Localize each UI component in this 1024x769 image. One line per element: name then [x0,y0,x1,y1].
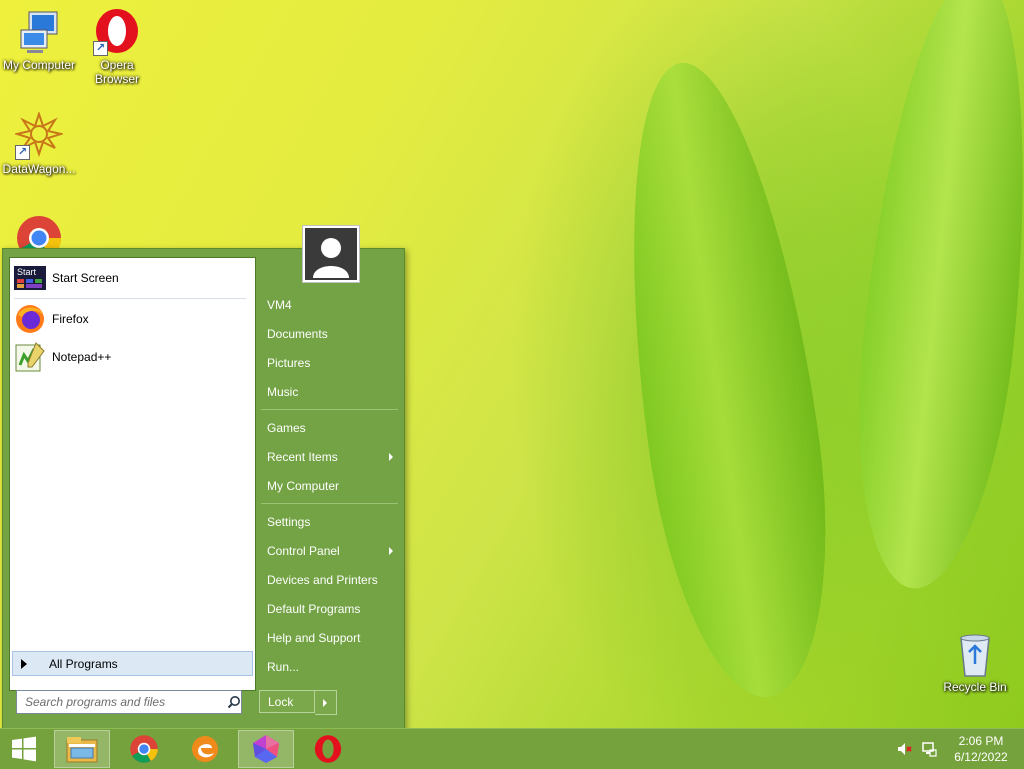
desktop-icon-label: Opera Browser [94,58,139,86]
divider [261,503,398,504]
opera-icon: ↗ [93,8,141,56]
start-screen-icon: Start [14,266,46,290]
clock-time: 2:06 PM [958,734,1004,748]
menu-item-run[interactable]: Run... [261,654,401,680]
submenu-arrow-icon [389,547,393,555]
chrome-icon [130,735,158,763]
taskbar: 2:06 PM 6/12/2022 [0,728,1024,769]
computer-icon [15,8,63,56]
menu-item-label: Help and Support [267,631,361,645]
menu-item-my-computer[interactable]: My Computer [261,473,401,499]
taskbar-chrome[interactable] [116,730,172,768]
divider [261,409,398,410]
program-firefox[interactable]: Firefox [14,302,250,336]
recycle-bin-icon [951,630,999,678]
menu-item-control-panel[interactable]: Control Panel [261,538,401,564]
desktop-icon-label: Recycle Bin [943,680,1007,694]
menu-item-label: Recent Items [267,450,338,464]
app-gem-icon [253,735,279,763]
menu-item-games[interactable]: Games [261,415,401,441]
chrome-icon [15,214,63,248]
menu-item-pictures[interactable]: Pictures [261,350,401,376]
notepadpp-icon [14,341,46,373]
submenu-arrow-icon [389,453,393,461]
menu-item-label: Control Panel [267,544,340,558]
volume-muted-icon[interactable] [897,741,913,757]
program-label: Start Screen [52,271,119,285]
menu-item-label: Games [267,421,306,435]
menu-item-help-support[interactable]: Help and Support [261,625,401,651]
desktop-icon-datawagon[interactable]: ↗ DataWagon... [0,110,78,176]
opera-icon [314,735,342,763]
firefox-icon [14,303,46,335]
programs-pane: Start Start Screen Firefox Notepad++ All… [9,257,256,691]
wallpaper-leaf-right [838,0,1024,597]
desktop-icon-opera[interactable]: ↗ Opera Browser [78,8,156,86]
start-menu: Start Start Screen Firefox Notepad++ All… [2,225,405,730]
desktop-icon-label: DataWagon... [2,162,76,176]
menu-item-devices-printers[interactable]: Devices and Printers [261,567,401,593]
shutdown-options-button[interactable] [315,690,337,715]
menu-item-label: Pictures [267,356,311,370]
menu-item-label: My Computer [267,479,340,493]
desktop-icon-chrome-partial[interactable] [0,214,78,248]
desktop-icon-label: My Computer [2,58,76,72]
taskbar-edge[interactable] [177,730,233,768]
lock-label: Lock [268,694,294,709]
menu-item-label: Run... [267,660,300,674]
search-input[interactable] [23,694,223,710]
start-button[interactable] [0,730,48,768]
user-name-label: VM4 [267,298,292,312]
shortcut-arrow-icon: ↗ [15,145,30,160]
program-start-screen[interactable]: Start Start Screen [14,261,250,295]
network-icon[interactable] [921,741,937,757]
menu-item-settings[interactable]: Settings [261,509,401,535]
taskbar-opera[interactable] [300,730,356,768]
user-silhouette-icon [305,228,357,280]
desktop-icon-recycle-bin[interactable]: Recycle Bin [936,630,1014,694]
all-programs-label: All Programs [49,656,118,671]
menu-item-label: Settings [267,515,311,529]
datawagon-icon: ↗ [13,110,65,160]
menu-item-label: Documents [267,327,328,341]
wallpaper-leaf-left [596,51,854,709]
search-box[interactable] [16,690,242,714]
desktop-icon-my-computer[interactable]: My Computer [0,8,78,72]
system-clock[interactable]: 2:06 PM 6/12/2022 [944,733,1018,765]
menu-item-label: Devices and Printers [267,573,378,587]
menu-item-label: Default Programs [267,602,361,616]
menu-item-default-programs[interactable]: Default Programs [261,596,401,622]
all-programs-button[interactable]: All Programs [12,651,253,676]
divider [14,298,246,299]
program-label: Notepad++ [52,350,112,364]
menu-item-label: Music [267,385,299,399]
start-screen-tile-text: Start [17,267,37,277]
taskbar-file-explorer[interactable] [54,730,110,768]
search-icon[interactable] [227,695,241,709]
menu-item-recent-items[interactable]: Recent Items [261,444,401,470]
file-explorer-icon [66,737,98,763]
program-label: Firefox [52,312,89,326]
triangle-right-icon [21,658,27,669]
clock-date: 6/12/2022 [954,750,1008,764]
shortcut-arrow-icon: ↗ [93,41,108,56]
program-notepadpp[interactable]: Notepad++ [14,340,250,374]
taskbar-app-gem[interactable] [238,730,294,768]
lock-button[interactable]: Lock [259,690,315,713]
windows-start-icon [12,736,36,762]
menu-item-music[interactable]: Music [261,379,401,405]
user-avatar[interactable] [302,225,360,283]
menu-item-user[interactable]: VM4 [261,292,401,318]
menu-item-documents[interactable]: Documents [261,321,401,347]
edge-icon [192,736,218,762]
